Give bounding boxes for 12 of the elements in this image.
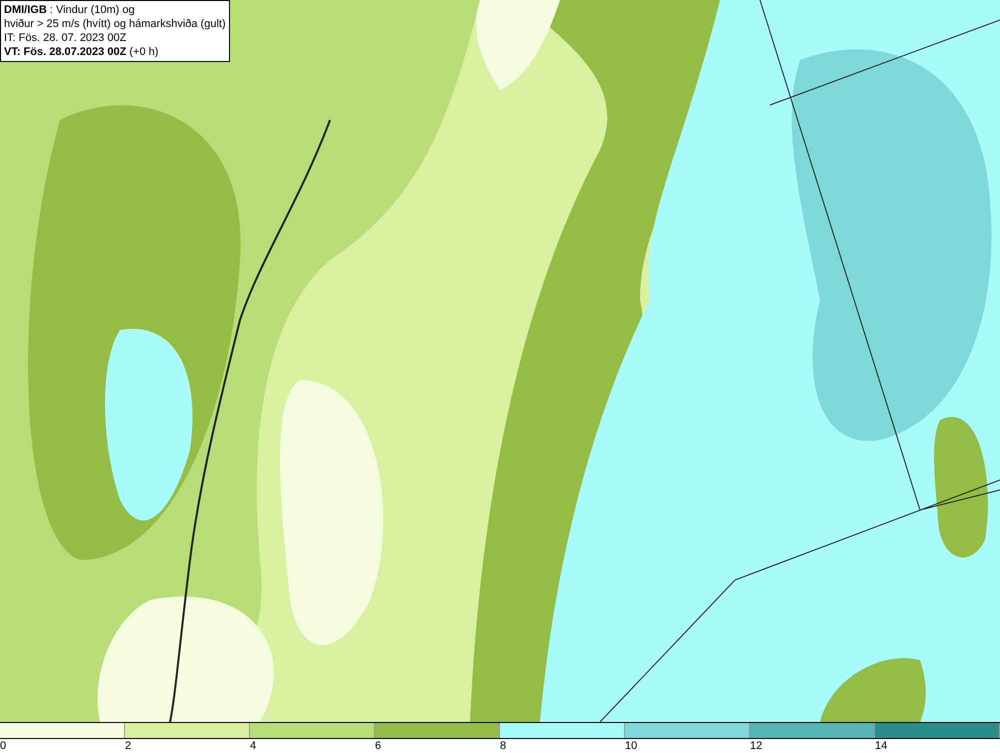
info-text: IT: Fös. 28. 07. 2023 00Z [4,31,128,45]
info-text: DMI/IGB : Vindur (10m) og [4,3,136,17]
info-text: hviður > 25 m/s (hvítt) og hámarkshviða (gult) [4,17,226,31]
legend-label: 12 [750,739,764,753]
legend-label: 2 [125,739,132,753]
legend-label: 14 [875,739,888,753]
info-text: VT: Fös. 28.07.2023 00Z (+0 h) [4,45,160,59]
legend-label: 10 [625,739,638,753]
legend-label: 0 [0,739,8,753]
legend-label: 8 [500,739,508,753]
legend-label: 4 [250,739,258,753]
legend-label: 6 [375,739,382,753]
